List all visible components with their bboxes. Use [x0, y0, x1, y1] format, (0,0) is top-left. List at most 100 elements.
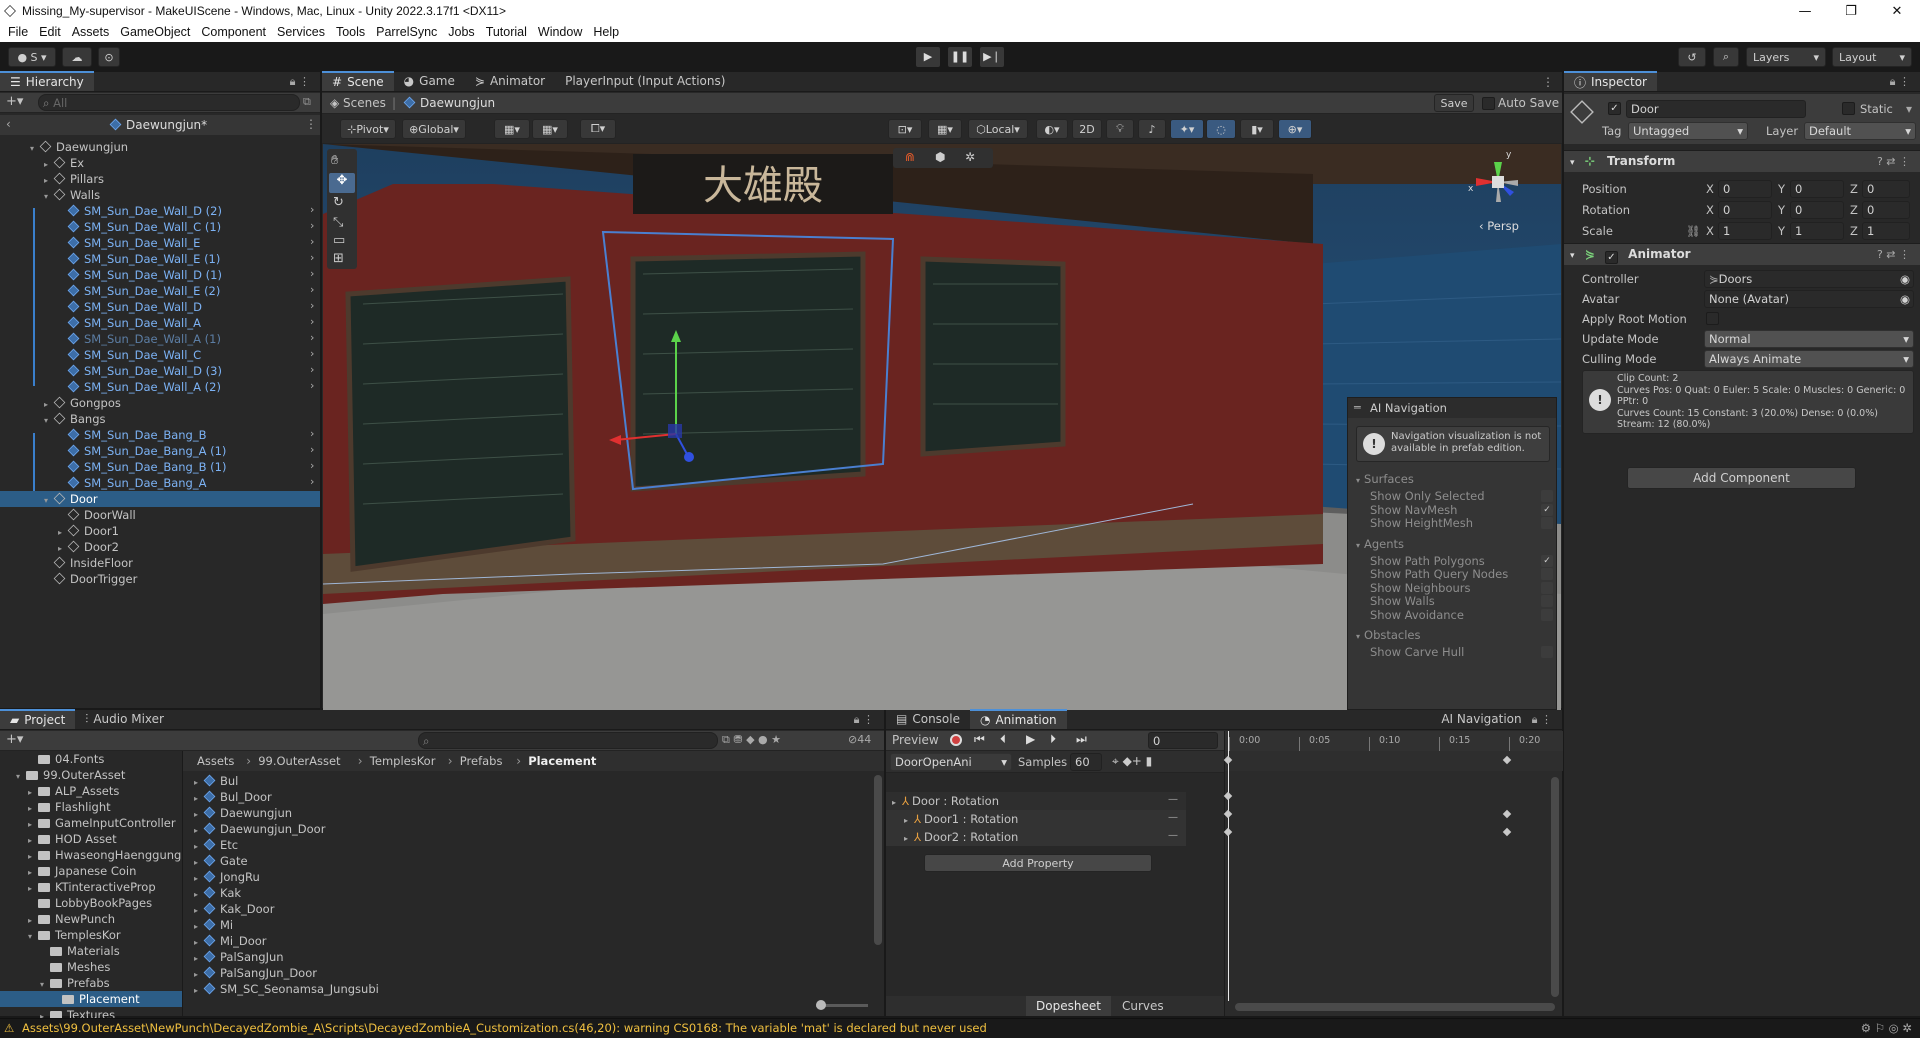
controller-field[interactable]: ⋟Doors ◉ [1704, 270, 1914, 288]
first-frame-icon[interactable]: ⏮ [974, 732, 985, 747]
fold-arrow-icon[interactable]: ▸ [194, 983, 204, 999]
tool-settings-button[interactable]: ▦▾ [928, 119, 962, 139]
back-arrow-icon[interactable]: ‹ [6, 117, 11, 131]
chevron-right-icon[interactable]: › [310, 475, 314, 488]
tab-ai-navigation[interactable]: AI Navigation [1431, 709, 1531, 729]
breadcrumb-item[interactable]: 99.OuterAsset [258, 754, 340, 768]
active-checkbox[interactable]: ✓ [1608, 102, 1621, 115]
animator-enabled-checkbox[interactable]: ✓ [1604, 251, 1618, 264]
hierarchy-item[interactable]: ▾ Daewungjun [30, 139, 128, 155]
timeline-ruler[interactable]: 0:00 0:05 0:10 0:15 0:20 [1225, 731, 1563, 751]
nav-option-checkbox[interactable] [1541, 568, 1553, 580]
play-icon[interactable]: ▶ [1026, 732, 1035, 746]
chevron-right-icon[interactable]: › [310, 267, 314, 280]
more-icon[interactable]: ⋮ [1542, 75, 1554, 89]
asset-item[interactable]: ▸ PalSangJun_Door [194, 965, 317, 981]
last-frame-icon[interactable]: ⏭ [1076, 732, 1087, 747]
property-menu-icon[interactable]: — [1168, 830, 1178, 841]
nav-option-checkbox[interactable]: ✓ [1541, 554, 1553, 567]
tab-console[interactable]: ▤ Console [886, 709, 970, 729]
chevron-right-icon[interactable]: › [310, 459, 314, 472]
hierarchy-item[interactable]: ▾ Bangs [44, 411, 106, 427]
animation-property[interactable]: ▸ ⅄ Door1 : Rotation [886, 810, 1186, 828]
scale-x-field[interactable]: 1 [1718, 222, 1772, 240]
tab-animator[interactable]: ⋟ Animator [465, 71, 555, 91]
samples-field[interactable]: 60 [1070, 753, 1102, 771]
hierarchy-item[interactable]: ▾ Door [0, 491, 320, 507]
breadcrumb-item[interactable]: Placement [528, 754, 596, 768]
hierarchy-item[interactable]: SM_Sun_Dae_Wall_A (2) [58, 379, 221, 395]
axis-x-label[interactable]: X [1706, 224, 1714, 238]
hierarchy-item[interactable]: ▸ Ex [44, 155, 84, 171]
breadcrumb-prefab[interactable]: Daewungjun [403, 96, 495, 110]
apply-root-motion-checkbox[interactable] [1706, 312, 1719, 325]
collab-button[interactable]: ⊙ [98, 47, 120, 67]
folder-item[interactable]: Meshes [40, 959, 110, 975]
position-x-field[interactable]: 0 [1718, 180, 1772, 198]
hierarchy-item[interactable]: SM_Sun_Dae_Bang_A (1) [58, 443, 226, 459]
keyframe-diamond[interactable] [1502, 827, 1512, 837]
transform-header[interactable]: ▾ ⊹ Transform ? ⇄ ⋮ [1564, 150, 1920, 172]
orientation-gizmo[interactable]: y x [1468, 150, 1528, 214]
menu-item-parrelsync[interactable]: ParrelSync [376, 25, 437, 39]
menu-item-services[interactable]: Services [277, 25, 325, 39]
tab-dopesheet[interactable]: Dopesheet [1026, 996, 1111, 1016]
layer-dropdown[interactable]: Default ▾ [1804, 122, 1916, 140]
chevron-right-icon[interactable]: › [310, 427, 314, 440]
fold-arrow-icon[interactable]: ▾ [44, 413, 54, 429]
record-button[interactable] [950, 734, 962, 746]
axis-x-label[interactable]: X [1706, 203, 1714, 217]
snap-increment-button[interactable]: ⧠▾ [580, 119, 616, 139]
asset-item[interactable]: ▸ Bul [194, 773, 238, 789]
object-picker-icon[interactable]: ◉ [1900, 271, 1910, 287]
pause-button[interactable]: ❚❚ [948, 47, 972, 67]
animator-header[interactable]: ▾ ⋟ ✓ Animator ? ⇄ ⋮ [1564, 243, 1920, 265]
scale-tool-icon[interactable]: ⤡ [333, 215, 343, 230]
keyframe-icons[interactable]: ⌖ ◆+ ▮ [1112, 754, 1152, 769]
hidden-objects-toggle[interactable]: ◌ [1206, 119, 1236, 139]
fold-arrow-icon[interactable]: ▾ [30, 141, 40, 157]
nav-option-checkbox[interactable] [1541, 646, 1553, 658]
playhead[interactable] [1228, 731, 1229, 1001]
tag-dropdown[interactable]: Untagged ▾ [1628, 122, 1748, 140]
folder-item[interactable]: ▸ KTinteractiveProp [28, 879, 156, 895]
hierarchy-item[interactable]: SM_Sun_Dae_Wall_D (2) [58, 203, 222, 219]
lock-icon[interactable]: 🔒︎ ⋮ [1532, 713, 1552, 727]
hierarchy-item[interactable]: SM_Sun_Dae_Wall_D (1) [58, 267, 222, 283]
asset-scrollbar[interactable] [874, 775, 882, 945]
hierarchy-item[interactable]: SM_Sun_Dae_Wall_A (1) [58, 331, 221, 347]
menu-item-jobs[interactable]: Jobs [448, 25, 474, 39]
rotate-tool-icon[interactable]: ↻ [333, 195, 344, 210]
position-y-field[interactable]: 0 [1790, 180, 1844, 198]
step-button[interactable]: ▶❘ [980, 47, 1004, 67]
create-asset-button[interactable]: +▾ [6, 732, 23, 747]
axis-z-label[interactable]: Z [1850, 203, 1858, 217]
cloud-button[interactable]: ☁ [62, 47, 92, 67]
keyframe-diamond[interactable] [1223, 809, 1233, 819]
static-checkbox[interactable] [1842, 102, 1855, 115]
axis-y-label[interactable]: Y [1778, 182, 1785, 196]
tab-animation[interactable]: ◔ Animation [969, 709, 1067, 729]
add-object-button[interactable]: +▾ [6, 94, 23, 109]
folder-item[interactable]: LobbyBookPages [28, 895, 152, 911]
tab-game[interactable]: ◕ Game [394, 71, 465, 91]
grid-visibility-toggle[interactable]: ▦▾ [532, 119, 568, 139]
toggle-2d-button[interactable]: 2D [1072, 119, 1102, 139]
folder-item[interactable]: ▸ Japanese Coin [28, 863, 136, 879]
hierarchy-item[interactable]: SM_Sun_Dae_Bang_A [58, 475, 206, 491]
asset-item[interactable]: ▸ Mi [194, 917, 233, 933]
chevron-right-icon[interactable]: › [310, 219, 314, 232]
minimize-button[interactable]: — [1782, 4, 1828, 19]
cube-icon[interactable]: ⬢ [935, 150, 945, 164]
draw-mode-button[interactable]: ◐▾ [1036, 119, 1068, 139]
chevron-right-icon[interactable]: › [310, 331, 314, 344]
asset-item[interactable]: ▸ Daewungjun_Door [194, 821, 325, 837]
hierarchy-item[interactable]: ▸ Pillars [44, 171, 104, 187]
property-menu-icon[interactable]: — [1168, 794, 1178, 805]
asset-item[interactable]: ▸ Kak_Door [194, 901, 274, 917]
nav-section-header[interactable]: ▾ Agents [1356, 537, 1404, 551]
scale-z-field[interactable]: 1 [1862, 222, 1910, 240]
position-z-field[interactable]: 0 [1862, 180, 1910, 198]
asset-item[interactable]: ▸ PalSangJun [194, 949, 284, 965]
next-frame-icon[interactable]: ⏵ [1050, 732, 1056, 747]
